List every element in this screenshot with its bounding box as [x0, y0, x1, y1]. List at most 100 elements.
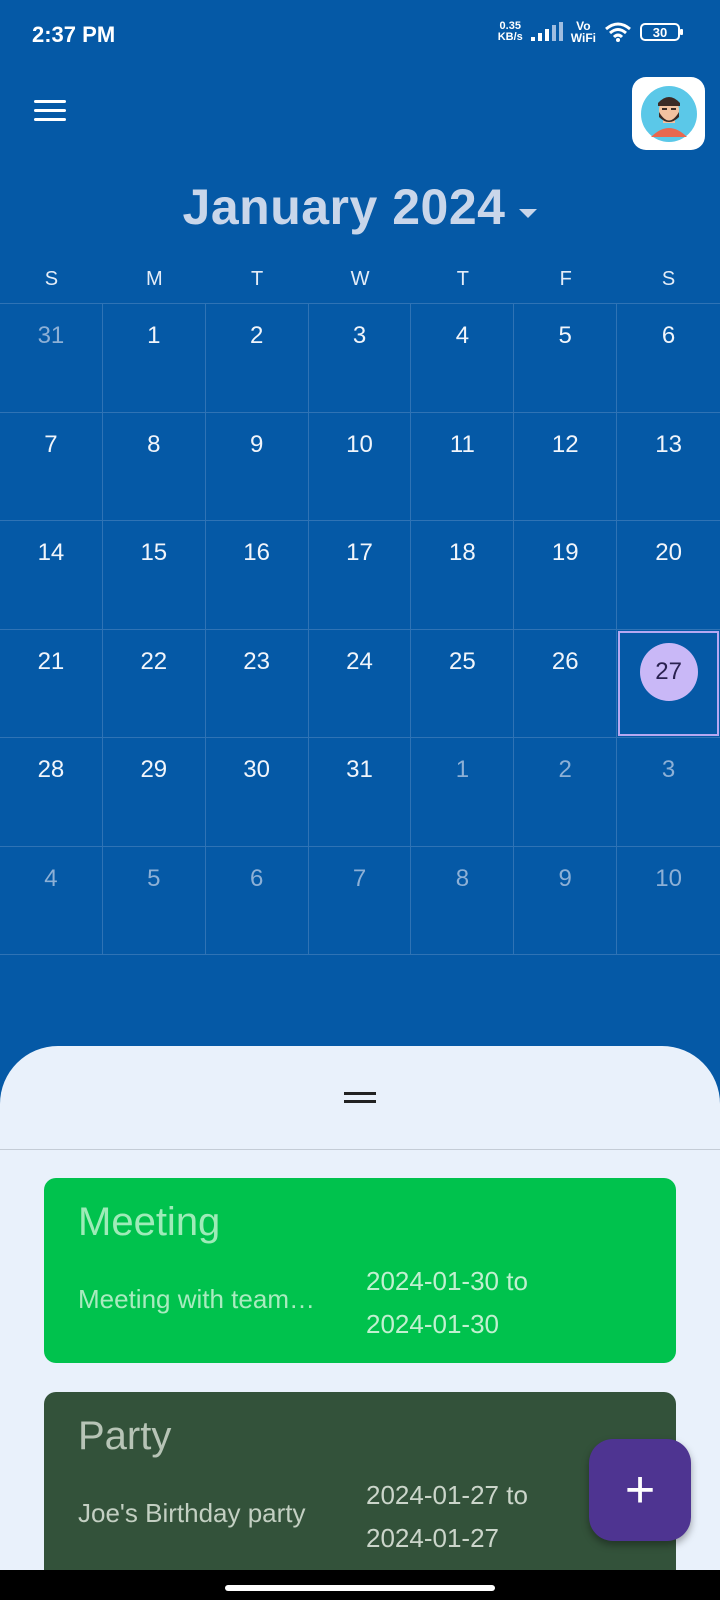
calendar-day[interactable]: 26	[514, 629, 618, 737]
dropdown-caret-icon[interactable]	[519, 209, 538, 219]
calendar-day[interactable]: 28	[0, 738, 103, 846]
calendar-day[interactable]: 12	[514, 412, 618, 520]
calendar-day-selected[interactable]: 27	[617, 630, 720, 738]
calendar-day[interactable]: 9	[514, 846, 618, 954]
calendar-day[interactable]: 31	[309, 738, 412, 846]
calendar-day[interactable]: 20	[617, 521, 720, 629]
day-number: 3	[661, 756, 676, 783]
day-number: 3	[352, 322, 367, 349]
hamburger-menu-icon[interactable]	[34, 100, 70, 128]
month-label[interactable]: January 2024	[183, 179, 506, 235]
status-icons: 0.35 KB/s Vo WiFi 30	[497, 20, 683, 45]
calendar-day[interactable]: 23	[206, 629, 309, 737]
calendar-day[interactable]: 15	[103, 521, 206, 629]
avatar-button[interactable]	[632, 77, 705, 150]
calendar-day[interactable]: 2	[514, 738, 618, 846]
event-card-meeting[interactable]: Meeting Meeting with team… 2024-01-30 to…	[44, 1178, 676, 1363]
day-number: 6	[661, 322, 676, 349]
calendar-week: 4 5 6 7 8 9 10	[0, 845, 720, 955]
weekday-label: M	[145, 268, 163, 290]
weekday-label: T	[456, 268, 469, 290]
calendar-day[interactable]: 31	[0, 304, 103, 412]
calendar-day[interactable]: 2	[206, 304, 309, 412]
day-number: 10	[346, 430, 373, 458]
calendar-day[interactable]: 29	[103, 738, 206, 846]
calendar-day[interactable]: 6	[206, 846, 309, 954]
calendar-day[interactable]: 4	[0, 846, 103, 954]
drag-handle-icon[interactable]	[344, 1092, 376, 1106]
day-number: 5	[558, 322, 572, 349]
calendar-day[interactable]: 7	[309, 846, 412, 954]
calendar-day[interactable]: 30	[206, 738, 309, 846]
network-speed-unit: KB/s	[497, 31, 523, 43]
day-number: 19	[551, 539, 579, 566]
calendar-day[interactable]: 7	[0, 412, 103, 520]
day-number: 25	[449, 647, 476, 675]
status-bar: 2:37 PM 0.35 KB/s Vo WiFi 30	[0, 0, 720, 72]
calendar-day[interactable]: 17	[309, 521, 412, 629]
calendar-grid: 31 1 2 3 4 5 6 7 8 9 10 11 12 13 14 15 1…	[0, 303, 720, 955]
day-number: 7	[44, 430, 58, 458]
day-number: 1	[455, 756, 470, 783]
weekday-label: S	[44, 268, 59, 290]
event-date-range: 2024-01-27 to 2024-01-27	[366, 1474, 528, 1560]
vowifi-bottom: WiFi	[570, 31, 596, 45]
calendar-day[interactable]: 19	[514, 521, 618, 629]
event-card-party[interactable]: Party Joe's Birthday party 2024-01-27 to…	[44, 1392, 676, 1582]
weekday-label: S	[661, 268, 676, 290]
battery-indicator: 30	[640, 23, 683, 41]
calendar-day[interactable]: 16	[206, 521, 309, 629]
day-number: 12	[551, 430, 579, 458]
month-selector[interactable]: January 2024	[0, 178, 720, 236]
calendar-week: 21 22 23 24 25 26 27	[0, 628, 720, 738]
day-number: 11	[449, 430, 475, 458]
calendar-day[interactable]: 25	[411, 629, 515, 737]
calendar-day[interactable]: 5	[514, 304, 618, 412]
calendar-week: 28 29 30 31 1 2 3	[0, 737, 720, 846]
calendar-day[interactable]: 9	[206, 412, 309, 520]
add-event-button[interactable]: +	[589, 1439, 691, 1541]
system-navigation-bar	[0, 1570, 720, 1600]
calendar-day[interactable]: 21	[0, 629, 103, 737]
calendar-day[interactable]: 24	[309, 629, 412, 737]
event-title: Meeting	[78, 1200, 221, 1244]
calendar-day[interactable]: 3	[617, 738, 720, 846]
calendar-day[interactable]: 8	[411, 846, 515, 954]
weekday-header: S M T W T F S	[0, 268, 720, 291]
calendar-day[interactable]: 22	[103, 629, 206, 737]
calendar-day[interactable]: 10	[309, 412, 412, 520]
day-number: 28	[37, 756, 65, 783]
event-title: Party	[78, 1414, 172, 1458]
day-number: 31	[37, 322, 65, 349]
calendar-day[interactable]: 8	[103, 412, 206, 520]
event-date-range: 2024-01-30 to 2024-01-30	[366, 1260, 528, 1346]
day-number: 31	[346, 756, 373, 783]
calendar-day[interactable]: 18	[411, 521, 515, 629]
calendar-day[interactable]: 11	[411, 412, 515, 520]
calendar-day[interactable]: 14	[0, 521, 103, 629]
day-number: 16	[243, 539, 270, 566]
day-number: 20	[655, 539, 682, 566]
calendar-day[interactable]: 13	[617, 413, 720, 521]
event-start-date: 2024-01-30 to	[366, 1266, 528, 1296]
day-number: 22	[140, 647, 168, 675]
calendar-day[interactable]: 1	[411, 738, 515, 846]
calendar-day[interactable]: 4	[411, 304, 515, 412]
day-number: 1	[147, 322, 161, 349]
day-number: 8	[147, 430, 161, 458]
calendar-day[interactable]: 3	[309, 304, 412, 412]
event-description: Joe's Birthday party	[78, 1498, 306, 1528]
wifi-icon	[605, 22, 631, 42]
calendar-day[interactable]: 6	[617, 304, 720, 412]
day-number: 6	[249, 864, 264, 892]
day-number: 15	[140, 539, 168, 566]
event-description: Meeting with team…	[78, 1284, 315, 1314]
calendar-day[interactable]: 10	[617, 847, 720, 955]
selected-day-number: 27	[639, 642, 698, 701]
calendar-day[interactable]: 5	[103, 846, 206, 954]
day-number: 21	[37, 647, 65, 675]
day-number: 17	[346, 539, 373, 566]
add-icon: +	[624, 1461, 656, 1519]
calendar-day[interactable]: 1	[103, 304, 206, 412]
home-gesture-handle[interactable]	[225, 1585, 495, 1591]
